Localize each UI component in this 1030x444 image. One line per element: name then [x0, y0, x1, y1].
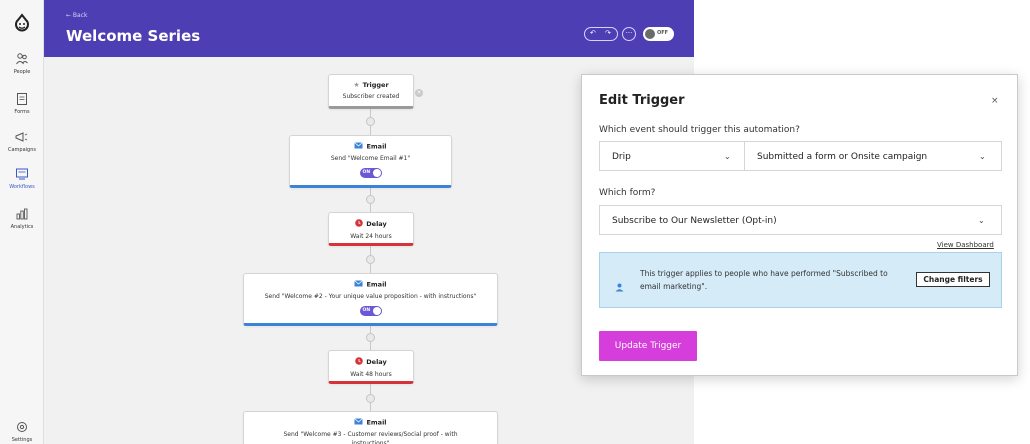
trigger-node[interactable]: ★ Trigger Subscriber created [328, 74, 414, 109]
email-node[interactable]: Email Send "Welcome Email #1" ON [289, 135, 452, 188]
add-step-dot[interactable] [366, 394, 375, 403]
node-title: Email [244, 280, 497, 289]
forms-icon [17, 93, 27, 105]
form-question-label: Which form? [599, 188, 656, 198]
sidebar-item-people[interactable]: People [0, 52, 44, 75]
workflows-icon [16, 168, 28, 180]
sidebar: People Forms Campaigns Workflows Analyti… [0, 0, 44, 444]
node-title: Delay [329, 357, 413, 367]
toggle-knob [372, 307, 381, 315]
chevron-down-icon: ⌄ [978, 216, 985, 225]
toggle-knob [372, 169, 381, 177]
email-node[interactable]: Email Send "Welcome #2 - Your unique val… [243, 273, 498, 326]
delay-node[interactable]: Delay Wait 48 hours [328, 350, 414, 384]
node-subtitle: Subscriber created [342, 93, 400, 100]
sidebar-item-analytics[interactable]: Analytics [0, 207, 44, 230]
node-subtitle: Send "Welcome #2 - Your unique value pro… [264, 293, 477, 300]
node-subtitle: Send "Welcome #3 - Customer reviews/Soci… [283, 431, 458, 444]
event-question-label: Which event should trigger this automati… [599, 125, 800, 135]
change-filters-button[interactable]: Change filters [916, 272, 990, 287]
megaphone-icon [15, 132, 28, 142]
sidebar-item-workflows[interactable]: Workflows [0, 167, 44, 190]
node-title-text: Email [366, 280, 387, 289]
source-select-value: Drip [612, 152, 631, 162]
workflow-header: ← Back Welcome Series ↶ ↷ ··· OFF [44, 0, 694, 57]
view-dashboard-link[interactable]: View Dashboard [937, 241, 994, 249]
event-select[interactable]: Submitted a form or Onsite campaign ⌄ [744, 141, 1002, 171]
modal-title: Edit Trigger [599, 93, 685, 108]
sidebar-item-campaigns[interactable]: Campaigns [0, 130, 44, 153]
settings-icon [17, 422, 27, 432]
back-link[interactable]: ← Back [66, 12, 88, 19]
sidebar-item-label: Forms [14, 109, 30, 115]
node-subtitle: Wait 48 hours [350, 371, 392, 378]
toggle-knob [645, 29, 655, 39]
undo-redo-group: ↶ ↷ [584, 27, 618, 41]
info-banner: This trigger applies to people who have … [599, 252, 1002, 308]
person-icon [615, 277, 624, 296]
envelope-icon [354, 280, 364, 289]
page-title: Welcome Series [66, 27, 201, 45]
chevron-down-icon: ⌄ [979, 152, 986, 161]
people-icon [16, 53, 28, 65]
add-step-dot[interactable] [366, 255, 375, 264]
node-title-text: Email [366, 418, 387, 427]
email-on-toggle[interactable]: ON [359, 168, 382, 178]
form-select[interactable]: Subscribe to Our Newsletter (Opt-in) ⌄ [599, 205, 1002, 235]
envelope-icon [354, 418, 364, 427]
close-icon[interactable]: × [991, 96, 999, 106]
update-trigger-button[interactable]: Update Trigger [599, 331, 697, 361]
node-subtitle: Wait 24 hours [350, 233, 392, 240]
chevron-down-icon: ⌄ [724, 152, 731, 161]
event-select-value: Submitted a form or Onsite campaign [757, 152, 928, 162]
node-title: Email [244, 418, 497, 427]
node-subtitle: Send "Welcome Email #1" [330, 155, 411, 162]
edit-trigger-modal: Edit Trigger × Which event should trigge… [581, 74, 1018, 376]
analytics-icon [16, 208, 28, 220]
node-title-text: Trigger [362, 81, 389, 89]
delay-node[interactable]: Delay Wait 24 hours [328, 212, 414, 246]
drip-logo-icon[interactable] [10, 12, 34, 36]
email-node[interactable]: Email Send "Welcome #3 - Customer review… [243, 411, 498, 444]
sidebar-item-label: Workflows [9, 184, 35, 190]
toggle-label: ON [362, 308, 371, 313]
toggle-label: ON [362, 170, 371, 175]
sidebar-item-label: People [13, 69, 31, 75]
toggle-label: OFF [657, 30, 669, 36]
sidebar-item-label: Analytics [10, 224, 34, 230]
email-on-toggle[interactable]: ON [359, 306, 382, 316]
sidebar-item-settings[interactable]: Settings [0, 420, 44, 443]
clock-icon [355, 219, 364, 229]
node-title: Email [290, 142, 451, 151]
node-title-text: Email [366, 142, 387, 151]
node-title: ★ Trigger [329, 81, 413, 89]
add-step-dot[interactable] [366, 333, 375, 342]
undo-icon[interactable]: ↶ [590, 29, 596, 37]
star-icon: ★ [353, 81, 360, 89]
workflow-status-toggle[interactable]: OFF [643, 27, 674, 41]
clock-icon [355, 357, 364, 367]
add-step-dot[interactable] [366, 117, 375, 126]
redo-icon[interactable]: ↷ [605, 29, 611, 37]
more-options-button[interactable]: ··· [622, 27, 636, 41]
add-step-dot[interactable] [366, 195, 375, 204]
sidebar-item-label: Campaigns [7, 147, 36, 153]
source-select[interactable]: Drip ⌄ [599, 141, 745, 171]
form-select-value: Subscribe to Our Newsletter (Opt-in) [612, 216, 777, 226]
sidebar-item-label: Settings [11, 437, 33, 443]
info-text: This trigger applies to people who have … [640, 269, 888, 291]
sidebar-item-forms[interactable]: Forms [0, 92, 44, 115]
node-title-text: Delay [366, 358, 387, 366]
node-title-text: Delay [366, 220, 387, 228]
node-title: Delay [329, 219, 413, 229]
envelope-icon [354, 142, 364, 151]
remove-trigger-icon[interactable]: × [415, 89, 423, 97]
app-root: People Forms Campaigns Workflows Analyti… [0, 0, 1030, 444]
